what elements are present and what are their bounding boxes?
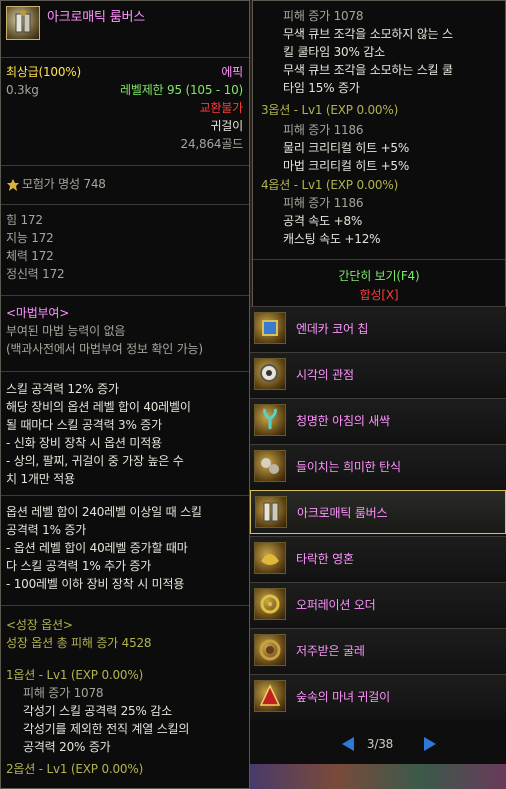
fame-value: 모험가 명성 748 <box>22 177 106 191</box>
sigh-icon <box>254 450 286 482</box>
option2-line: 타임 15% 증가 <box>283 81 360 95</box>
brief-view-toggle[interactable]: 간단히 보기(F4) <box>253 268 505 285</box>
option1-line: 공격력 20% 증가 <box>23 740 111 754</box>
stat-vit: 체력 172 <box>6 249 54 263</box>
list-item-selected[interactable]: 아크로매틱 룸버스 <box>250 490 506 534</box>
option-line: 해당 장비의 옵션 레벨 합이 40레벨이 <box>6 400 191 414</box>
item-title: 아크로매틱 룸버스 <box>47 10 146 25</box>
item-weight: 0.3kg <box>6 83 39 97</box>
option3-line: 피해 증가 1186 <box>283 123 364 137</box>
stat-str: 힘 172 <box>6 213 43 227</box>
enchant-line: 부여된 마법 능력이 없음 <box>6 324 126 338</box>
option2-line: 킬 쿨타임 30% 감소 <box>283 45 385 59</box>
option-line: - 상의, 팔찌, 귀걸이 중 가장 높은 수 <box>6 454 184 468</box>
list-item-name: 타락한 영혼 <box>296 552 354 566</box>
enchant-header: <마법부여> <box>6 306 70 320</box>
option-line: 다 스킬 공격력 1% 추가 증가 <box>6 559 152 573</box>
list-item-name: 숲속의 마녀 귀걸이 <box>296 690 390 704</box>
option2-header: 2옵션 - Lv1 (EXP 0.00%) <box>6 762 144 776</box>
option-line: - 옵션 레벨 합이 40레벨 증가할 때마 <box>6 541 188 555</box>
option-line: 치 1개만 적용 <box>6 472 75 486</box>
item-trade-status: 교환불가 <box>199 101 244 115</box>
game-background <box>250 764 506 789</box>
option-line: - 100레벨 이하 장비 장착 시 미적용 <box>6 577 185 591</box>
option2-line: 피해 증가 1078 <box>283 9 364 23</box>
option-line: 될 때마다 스킬 공격력 3% 증가 <box>6 418 162 432</box>
item-icon <box>6 6 40 40</box>
option2-line: 무색 큐브 조각을 소모하지 않는 스 <box>283 27 453 41</box>
item-rarity: 에픽 <box>221 65 243 79</box>
item-price: 24,864골드 <box>180 137 244 151</box>
list-item[interactable]: 저주받은 굴레 <box>250 628 506 672</box>
pagination: 3/38 <box>250 720 506 764</box>
option2-line: 무색 큐브 조각을 소모하는 스킬 쿨 <box>283 63 453 77</box>
enchant-line: (백과사전에서 마법부여 정보 확인 가능) <box>6 342 203 356</box>
item-tooltip: 아크로매틱 룸버스 최상급(100%) 에픽 0.3kg 레벨제한 95 (10… <box>0 0 250 789</box>
growth-header: <성장 옵션> <box>6 618 73 632</box>
option3-line: 마법 크리티컬 히트 +5% <box>283 159 410 173</box>
list-item[interactable]: 들이치는 희미한 탄식 <box>250 444 506 488</box>
option1-header: 1옵션 - Lv1 (EXP 0.00%) <box>6 668 144 682</box>
list-item-name: 시각의 관점 <box>296 368 354 382</box>
item-slot: 귀걸이 <box>210 119 243 133</box>
core-chip-icon <box>254 312 286 344</box>
fame-icon <box>6 178 20 192</box>
sprout-icon <box>254 404 286 436</box>
list-item[interactable]: 청명한 아침의 새싹 <box>250 398 506 442</box>
growth-total: 성장 옵션 총 피해 증가 4528 <box>6 636 152 650</box>
option-line: 스킬 공격력 12% 증가 <box>6 382 119 396</box>
witch-earring-icon <box>254 680 286 712</box>
list-item-name: 청명한 아침의 새싹 <box>296 414 390 428</box>
list-item-name: 아크로매틱 룸버스 <box>297 506 388 520</box>
option1-line: 피해 증가 1078 <box>23 686 104 700</box>
eye-lens-icon <box>254 358 286 390</box>
option4-line: 캐스팅 속도 +12% <box>283 232 381 246</box>
synergy-button[interactable]: 합성[X] <box>253 287 505 304</box>
list-item[interactable]: 엔데카 코어 칩 <box>250 306 506 350</box>
stat-int: 지능 172 <box>6 231 54 245</box>
option1-line: 각성기 스킬 공격력 25% 감소 <box>23 704 172 718</box>
list-item-name: 들이치는 희미한 탄식 <box>296 460 401 474</box>
rhombus-icon <box>255 496 287 528</box>
list-item[interactable]: 시각의 관점 <box>250 352 506 396</box>
item-level-limit: 레벨제한 95 (105 - 10) <box>120 83 243 97</box>
option4-line: 공격 속도 +8% <box>283 214 363 228</box>
option4-header: 4옵션 - Lv1 (EXP 0.00%) <box>261 178 399 192</box>
list-item[interactable]: 타락한 영혼 <box>250 536 506 580</box>
option4-line: 피해 증가 1186 <box>283 196 364 210</box>
item-list: 엔데카 코어 칩 시각의 관점 청명한 아침의 새싹 들이치는 희미한 탄식 아… <box>250 306 506 789</box>
list-item[interactable]: 오퍼레이션 오더 <box>250 582 506 626</box>
stat-spi: 정신력 172 <box>6 267 65 281</box>
item-tooltip-continued: 피해 증가 1078 무색 큐브 조각을 소모하지 않는 스 킬 쿨타임 30%… <box>252 0 506 310</box>
list-item-name: 저주받은 굴레 <box>296 644 365 658</box>
prev-page-button[interactable] <box>340 736 356 755</box>
order-icon <box>254 588 286 620</box>
list-item-name: 엔데카 코어 칩 <box>296 322 369 336</box>
option3-line: 물리 크리티컬 히트 +5% <box>283 141 410 155</box>
list-item[interactable]: 숲속의 마녀 귀걸이 <box>250 674 506 718</box>
item-grade: 최상급(100%) <box>6 65 81 79</box>
soul-icon <box>254 542 286 574</box>
list-item-name: 오퍼레이션 오더 <box>296 598 376 612</box>
option-line: 옵션 레벨 합이 240레벨 이상일 때 스킬 <box>6 505 202 519</box>
option-line: - 신화 장비 장착 시 옵션 미적용 <box>6 436 162 450</box>
chain-icon <box>254 634 286 666</box>
next-page-button[interactable] <box>422 736 438 755</box>
option-line: 공격력 1% 증가 <box>6 523 87 537</box>
page-indicator: 3/38 <box>366 737 394 751</box>
option1-line: 각성기를 제외한 전직 계열 스킬의 <box>23 722 190 736</box>
option3-header: 3옵션 - Lv1 (EXP 0.00%) <box>261 103 399 117</box>
